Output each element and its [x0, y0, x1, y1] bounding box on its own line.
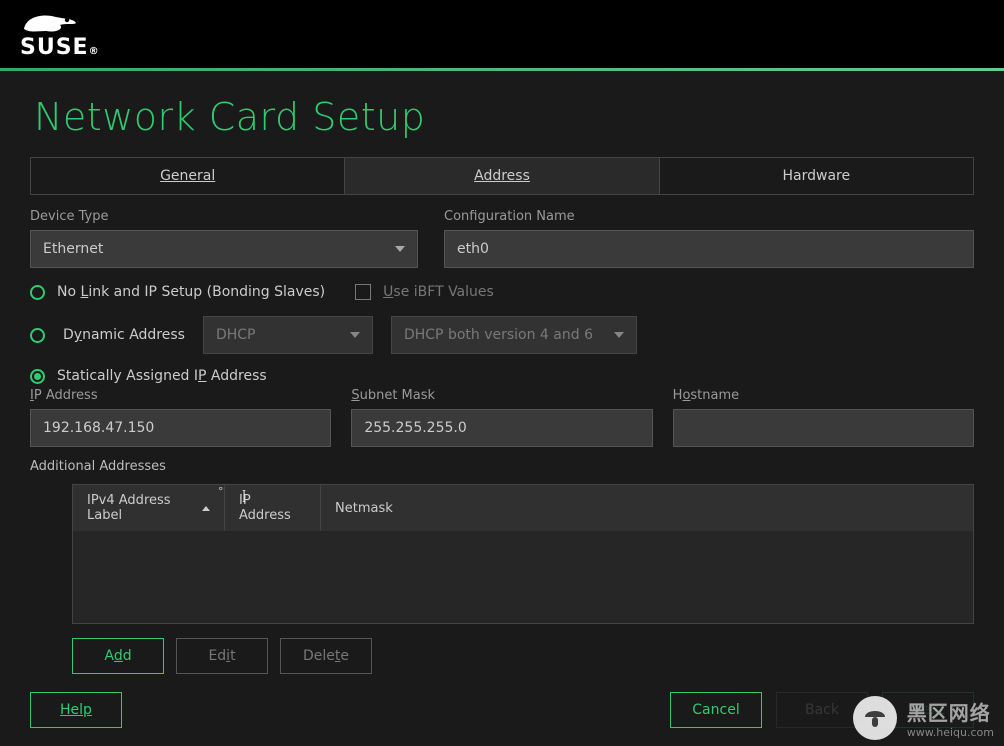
subnet-mask-input[interactable] [351, 409, 652, 447]
edit-button: Edit [176, 638, 268, 674]
additional-heading: Additional Addresses [30, 459, 974, 474]
config-name-label: Configuration Name [444, 209, 974, 224]
radio-dynamic-label: Dynamic Address [63, 327, 185, 343]
ip-label: IP Address [30, 388, 331, 403]
col-ipv4-label[interactable]: IPv4 Address Label [73, 485, 225, 531]
config-name-input[interactable] [444, 230, 974, 268]
mask-label: Subnet Mask [351, 388, 652, 403]
radio-nolink-label: No Link and IP Setup (Bonding Slaves) [57, 284, 325, 300]
tab-address[interactable]: Address [345, 158, 659, 194]
add-button[interactable]: Add [72, 638, 164, 674]
page-title: Network Card Setup [34, 95, 974, 139]
col-ip[interactable]: IP Address [225, 485, 321, 531]
checkbox-ibft-label: Use iBFT Values [383, 284, 494, 300]
suse-wordmark: SUSE® [20, 35, 100, 60]
header-bar: SUSE® [0, 0, 1004, 68]
device-type-label: Device Type [30, 209, 418, 224]
col-netmask[interactable]: Netmask [321, 485, 411, 531]
ip-address-input[interactable] [30, 409, 331, 447]
tab-general[interactable]: General [31, 158, 345, 194]
radio-static[interactable] [30, 369, 45, 384]
suse-logo: SUSE® [20, 9, 100, 60]
dhcp-version-select: DHCP both version 4 and 6 [391, 316, 637, 354]
radio-nolink[interactable] [30, 285, 45, 300]
next-button: Next [882, 692, 974, 728]
delete-button: Delete [280, 638, 372, 674]
cancel-button[interactable]: Cancel [670, 692, 762, 728]
sort-asc-icon [202, 506, 210, 511]
hostname-input[interactable] [673, 409, 974, 447]
chevron-down-icon [395, 246, 405, 252]
radio-static-label: Statically Assigned IP Address [57, 368, 267, 384]
back-button: Back [776, 692, 868, 728]
dhcp-mode-select: DHCP [203, 316, 373, 354]
additional-addresses-table: IPv4 Address Label IP Address Netmask [72, 484, 974, 624]
chevron-down-icon [350, 332, 360, 338]
radio-dynamic[interactable] [30, 328, 45, 343]
checkbox-ibft [355, 284, 371, 300]
help-button[interactable]: Help [30, 692, 122, 728]
tab-hardware[interactable]: Hardware [660, 158, 973, 194]
device-type-select[interactable]: Ethernet [30, 230, 418, 268]
hostname-label: Hostname [673, 388, 974, 403]
chevron-down-icon [614, 332, 624, 338]
tab-bar: General Address Hardware [30, 157, 974, 195]
chameleon-icon [20, 9, 80, 35]
